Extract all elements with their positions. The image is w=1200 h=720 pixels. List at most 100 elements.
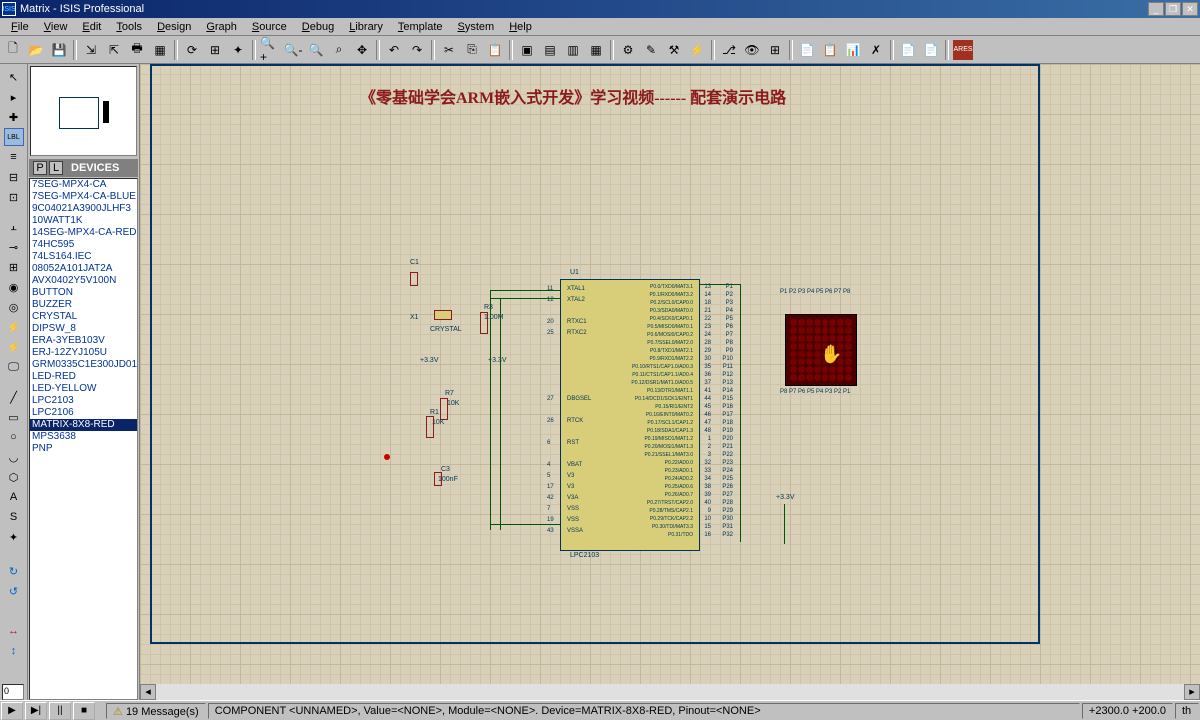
r3[interactable] xyxy=(480,312,488,334)
coord-input[interactable]: 0 xyxy=(2,684,24,700)
wire-auto-button[interactable]: ⎇ xyxy=(718,39,740,61)
device-item[interactable]: LED-RED xyxy=(30,371,137,383)
rotate-cw-tool[interactable]: ↻ xyxy=(4,562,24,580)
device-item[interactable]: CRYSTAL xyxy=(30,311,137,323)
make-device-button[interactable]: ✎ xyxy=(640,39,662,61)
menu-template[interactable]: Template xyxy=(391,20,450,34)
zoom-all-button[interactable]: 🔍 xyxy=(305,39,327,61)
step-button[interactable]: ▶| xyxy=(25,702,47,720)
device-item[interactable]: BUZZER xyxy=(30,299,137,311)
c1[interactable] xyxy=(410,272,418,286)
grid-button[interactable]: ⊞ xyxy=(204,39,226,61)
zoom-out-button[interactable]: 🔍- xyxy=(282,39,304,61)
device-item[interactable]: BUTTON xyxy=(30,287,137,299)
print-button[interactable]: 🖶 xyxy=(126,39,148,61)
device-item[interactable]: LPC2106 xyxy=(30,407,137,419)
package-button[interactable]: ⚒ xyxy=(663,39,685,61)
text2d-tool[interactable]: A xyxy=(4,488,24,506)
ares-button[interactable]: ARES xyxy=(952,39,974,61)
doc-b-button[interactable]: 📄 xyxy=(920,39,942,61)
paste-button[interactable]: 📋 xyxy=(484,39,506,61)
maximize-button[interactable]: ❐ xyxy=(1165,2,1181,16)
tape-tool[interactable]: ◉ xyxy=(4,278,24,296)
device-item[interactable]: 74HC595 xyxy=(30,239,137,251)
device-item[interactable]: AVX0402Y5V100N xyxy=(30,275,137,287)
label-tool[interactable]: LBL xyxy=(4,128,24,146)
device-item[interactable]: 14SEG-MPX4-CA-RED xyxy=(30,227,137,239)
device-item[interactable]: 08052A101JAT2A xyxy=(30,263,137,275)
area-button[interactable]: ▦ xyxy=(149,39,171,61)
terminal-tool[interactable]: ⫠ xyxy=(4,218,24,236)
refresh-button[interactable]: ⟳ xyxy=(181,39,203,61)
search-button[interactable]: 👁 xyxy=(741,39,763,61)
block-delete-button[interactable]: ▦ xyxy=(585,39,607,61)
open-button[interactable]: 📂 xyxy=(25,39,47,61)
overview-preview[interactable] xyxy=(30,66,137,156)
generator-tool[interactable]: ◎ xyxy=(4,298,24,316)
component-tool[interactable]: ▸ xyxy=(4,88,24,106)
subcircuit-tool[interactable]: ⊡ xyxy=(4,188,24,206)
pick-p-button[interactable]: P xyxy=(33,161,47,175)
bom-button[interactable]: 📊 xyxy=(842,39,864,61)
line-tool[interactable]: ╱ xyxy=(4,388,24,406)
selection-tool[interactable]: ↖ xyxy=(4,68,24,86)
circle-tool[interactable]: ○ xyxy=(4,428,24,446)
mirror-v-tool[interactable]: ↕ xyxy=(4,642,24,660)
block-copy-button[interactable]: ▣ xyxy=(516,39,538,61)
menu-file[interactable]: File xyxy=(4,20,36,34)
export-button[interactable]: ⇱ xyxy=(103,39,125,61)
device-item[interactable]: MPS3638 xyxy=(30,431,137,443)
compile-button[interactable]: ✗ xyxy=(865,39,887,61)
schematic-canvas[interactable]: 《零基础学会ARM嵌入式开发》学习视频------ 配套演示电路 U1 XTAL… xyxy=(140,64,1200,684)
copy-button[interactable]: ⎘ xyxy=(461,39,483,61)
play-button[interactable]: ▶ xyxy=(1,702,23,720)
zoom-area-button[interactable]: ⌕ xyxy=(328,39,350,61)
close-button[interactable]: ✕ xyxy=(1182,2,1198,16)
menu-graph[interactable]: Graph xyxy=(199,20,244,34)
r1[interactable] xyxy=(426,416,434,438)
device-item[interactable]: PNP xyxy=(30,443,137,455)
device-item[interactable]: ERA-3YEB103V xyxy=(30,335,137,347)
undo-button[interactable]: ↶ xyxy=(383,39,405,61)
minimize-button[interactable]: _ xyxy=(1148,2,1164,16)
pause-button[interactable]: || xyxy=(49,702,71,720)
scroll-track[interactable] xyxy=(156,684,1184,700)
menu-system[interactable]: System xyxy=(451,20,502,34)
text-tool[interactable]: ≡ xyxy=(4,148,24,166)
menu-tools[interactable]: Tools xyxy=(109,20,149,34)
mirror-h-tool[interactable]: ↔ xyxy=(4,622,24,640)
block-move-button[interactable]: ▤ xyxy=(539,39,561,61)
zoom-in-button[interactable]: 🔍+ xyxy=(259,39,281,61)
device-item[interactable]: MATRIX-8X8-RED xyxy=(30,419,137,431)
x1-crystal[interactable] xyxy=(434,310,452,320)
device-item[interactable]: ERJ-12ZYJ105U xyxy=(30,347,137,359)
new-button[interactable]: 🗋 xyxy=(2,39,24,61)
mcu-ic[interactable]: XTAL111XTAL212RTXC120RTXC225DBGSEL27RTCK… xyxy=(560,279,700,551)
scroll-right-button[interactable]: ▸ xyxy=(1184,684,1200,700)
device-item[interactable]: 7SEG-MPX4-CA-BLUE xyxy=(30,191,137,203)
menu-view[interactable]: View xyxy=(37,20,75,34)
messages-box[interactable]: ⚠ 19 Message(s) xyxy=(106,703,206,719)
graph-tool[interactable]: ⊞ xyxy=(4,258,24,276)
device-item[interactable]: 10WATT1K xyxy=(30,215,137,227)
symbol-tool[interactable]: S xyxy=(4,508,24,526)
device-item[interactable]: GRM0335C1E300JD01D xyxy=(30,359,137,371)
menu-library[interactable]: Library xyxy=(342,20,390,34)
menu-debug[interactable]: Debug xyxy=(295,20,341,34)
r7[interactable] xyxy=(440,398,448,420)
device-item[interactable]: 7SEG-MPX4-CA xyxy=(30,179,137,191)
instrument-tool[interactable]: 🖵 xyxy=(4,358,24,376)
menu-design[interactable]: Design xyxy=(150,20,198,34)
device-item[interactable]: LPC2103 xyxy=(30,395,137,407)
marker-tool[interactable]: ✦ xyxy=(4,528,24,546)
menu-help[interactable]: Help xyxy=(502,20,539,34)
decompose-button[interactable]: ⚡ xyxy=(686,39,708,61)
c3[interactable] xyxy=(434,472,442,486)
path-tool[interactable]: ⬡ xyxy=(4,468,24,486)
device-item[interactable]: DIPSW_8 xyxy=(30,323,137,335)
rotate-ccw-tool[interactable]: ↺ xyxy=(4,582,24,600)
device-item[interactable]: 74LS164.IEC xyxy=(30,251,137,263)
redo-button[interactable]: ↷ xyxy=(406,39,428,61)
probe-v-tool[interactable]: ⚡ xyxy=(4,318,24,336)
origin-button[interactable]: ✦ xyxy=(227,39,249,61)
